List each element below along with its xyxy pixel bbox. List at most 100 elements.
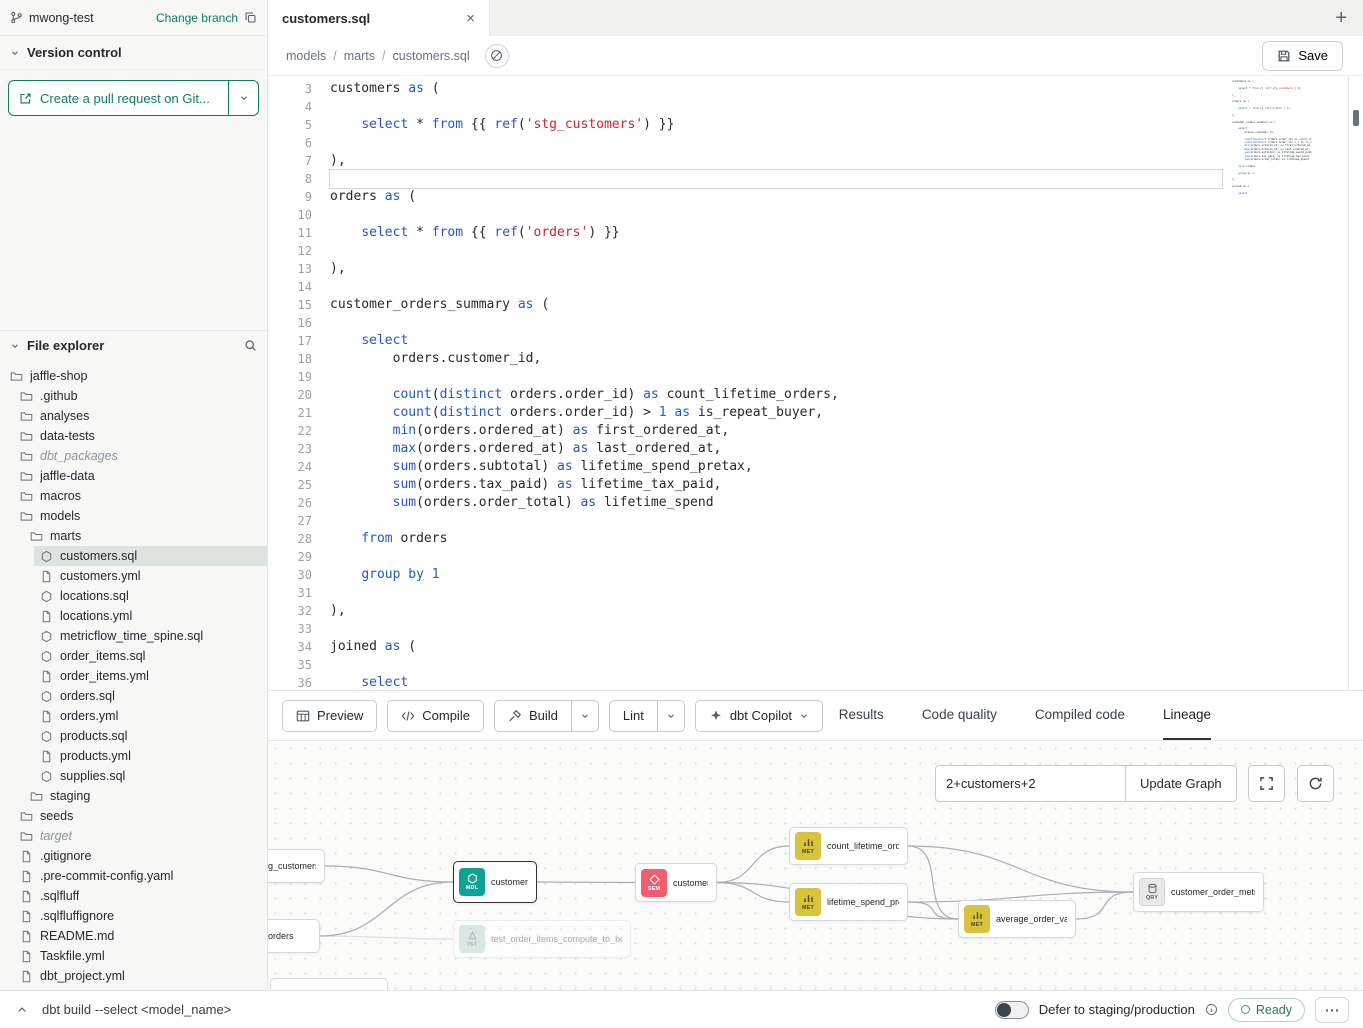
lint-dropdown[interactable] bbox=[657, 700, 685, 732]
tab-compiled-code[interactable]: Compiled code bbox=[1035, 691, 1125, 740]
copy-icon[interactable] bbox=[244, 11, 257, 24]
code-line[interactable]: 32), bbox=[268, 602, 1363, 620]
code-line[interactable]: 36 select bbox=[268, 674, 1363, 690]
lineage-node-test_order_items[interactable]: TSTtest_order_items_compute_to_bools... bbox=[453, 920, 631, 958]
code-line[interactable]: 10 bbox=[268, 206, 1363, 224]
lineage-search-input[interactable] bbox=[935, 765, 1125, 802]
code-line[interactable]: 12 bbox=[268, 242, 1363, 260]
code-line[interactable]: 18 orders.customer_id, bbox=[268, 350, 1363, 368]
file-item-data-tests[interactable]: data-tests bbox=[0, 426, 267, 446]
code-line[interactable]: 24 sum(orders.subtotal) as lifetime_spen… bbox=[268, 458, 1363, 476]
file-item-jaffle-data[interactable]: jaffle-data bbox=[0, 466, 267, 486]
file-item-models[interactable]: models bbox=[0, 506, 267, 526]
code-line[interactable]: 9orders as ( bbox=[268, 188, 1363, 206]
code-line[interactable]: 3customers as ( bbox=[268, 80, 1363, 98]
code-line[interactable]: 30 group by 1 bbox=[268, 566, 1363, 584]
code-line[interactable]: 20 count(distinct orders.order_id) as co… bbox=[268, 386, 1363, 404]
code-line[interactable]: 29 bbox=[268, 548, 1363, 566]
file-item-.sqlfluff[interactable]: .sqlfluff bbox=[0, 886, 267, 906]
defer-toggle[interactable] bbox=[995, 1001, 1029, 1019]
refresh-button[interactable] bbox=[1297, 765, 1334, 802]
code-line[interactable]: 35 bbox=[268, 656, 1363, 674]
file-item-jaffle-shop[interactable]: jaffle-shop bbox=[0, 366, 267, 386]
code-line[interactable]: 33 bbox=[268, 620, 1363, 638]
code-line[interactable]: 19 bbox=[268, 368, 1363, 386]
code-line[interactable]: 28 from orders bbox=[268, 530, 1363, 548]
breadcrumb-item[interactable]: customers.sql bbox=[393, 49, 470, 63]
editor-scrollbar[interactable] bbox=[1348, 76, 1363, 690]
lineage-panel[interactable]: MDLstg_customersMDLordersMDLcustomersTST… bbox=[268, 740, 1363, 990]
file-item-metricflow_time_spine.sql[interactable]: metricflow_time_spine.sql bbox=[0, 626, 267, 646]
change-branch-link[interactable]: Change branch bbox=[156, 11, 238, 25]
code-line[interactable]: 17 select bbox=[268, 332, 1363, 350]
file-item-dbt_project.yml[interactable]: dbt_project.yml bbox=[0, 966, 267, 986]
file-item-.pre-commit-config.yaml[interactable]: .pre-commit-config.yaml bbox=[0, 866, 267, 886]
file-item-customers.sql[interactable]: customers.sql bbox=[0, 546, 267, 566]
preview-button[interactable]: Preview bbox=[282, 700, 377, 732]
minimap[interactable]: customers as ( select * from {{ ref('stg… bbox=[1232, 80, 1312, 195]
file-item-products.yml[interactable]: products.yml bbox=[0, 746, 267, 766]
lineage-node-count_lifetime_orders[interactable]: METcount_lifetime_orders bbox=[789, 827, 908, 865]
expand-console-button[interactable] bbox=[14, 1002, 30, 1018]
code-line[interactable]: 22 min(orders.ordered_at) as first_order… bbox=[268, 422, 1363, 440]
file-item-supplies.sql[interactable]: supplies.sql bbox=[0, 766, 267, 786]
more-options-button[interactable]: ⋯ bbox=[1315, 997, 1349, 1023]
file-item-README.md[interactable]: README.md bbox=[0, 926, 267, 946]
file-item-.github[interactable]: .github bbox=[0, 386, 267, 406]
code-line[interactable]: 11 select * from {{ ref('orders') }} bbox=[268, 224, 1363, 242]
file-item-analyses[interactable]: analyses bbox=[0, 406, 267, 426]
code-line[interactable]: 27 bbox=[268, 512, 1363, 530]
scrollbar-thumb[interactable] bbox=[1353, 110, 1359, 126]
code-line[interactable]: 15customer_orders_summary as ( bbox=[268, 296, 1363, 314]
breadcrumb-item[interactable]: marts bbox=[344, 49, 375, 63]
file-item-dbt_packages[interactable]: dbt_packages bbox=[0, 446, 267, 466]
code-line[interactable]: 23 max(orders.ordered_at) as last_ordere… bbox=[268, 440, 1363, 458]
lineage-node-average_order_value[interactable]: METaverage_order_value bbox=[958, 900, 1076, 938]
close-icon[interactable]: × bbox=[466, 10, 475, 27]
version-control-header[interactable]: Version control bbox=[0, 36, 267, 70]
tab-results[interactable]: Results bbox=[839, 691, 884, 740]
update-graph-button[interactable]: Update Graph bbox=[1125, 765, 1237, 802]
search-icon[interactable] bbox=[244, 339, 257, 352]
partial-node[interactable] bbox=[270, 978, 388, 990]
lineage-node-customer_order_metrics[interactable]: QRYcustomer_order_metrics bbox=[1133, 872, 1264, 912]
code-line[interactable]: 25 sum(orders.tax_paid) as lifetime_tax_… bbox=[268, 476, 1363, 494]
code-line[interactable]: 7), bbox=[268, 152, 1363, 170]
build-dropdown[interactable] bbox=[571, 700, 599, 732]
code-line[interactable]: 6 bbox=[268, 134, 1363, 152]
save-button[interactable]: Save bbox=[1262, 41, 1343, 71]
compile-button[interactable]: Compile bbox=[387, 700, 484, 732]
file-item-.gitignore[interactable]: .gitignore bbox=[0, 846, 267, 866]
code-line[interactable]: 4 bbox=[268, 98, 1363, 116]
file-item-staging[interactable]: staging bbox=[0, 786, 267, 806]
code-line[interactable]: 8 bbox=[268, 170, 1363, 188]
lineage-node-lifetime_spend_pretax[interactable]: METlifetime_spend_pretax bbox=[789, 883, 908, 921]
tab-customers-sql[interactable]: customers.sql × bbox=[268, 0, 490, 36]
file-explorer-header[interactable]: File explorer bbox=[0, 330, 267, 360]
code-line[interactable]: 34joined as ( bbox=[268, 638, 1363, 656]
file-item-products.sql[interactable]: products.sql bbox=[0, 726, 267, 746]
code-line[interactable]: 21 count(distinct orders.order_id) > 1 a… bbox=[268, 404, 1363, 422]
file-item-marts[interactable]: marts bbox=[0, 526, 267, 546]
file-item-macros[interactable]: macros bbox=[0, 486, 267, 506]
code-editor[interactable]: 3customers as (45 select * from {{ ref('… bbox=[268, 76, 1363, 690]
create-pr-dropdown[interactable] bbox=[228, 81, 258, 115]
file-item-locations.sql[interactable]: locations.sql bbox=[0, 586, 267, 606]
lineage-node-stg_customers[interactable]: MDLstg_customers bbox=[268, 849, 325, 883]
build-button[interactable]: Build bbox=[494, 700, 571, 732]
lint-button[interactable]: Lint bbox=[609, 700, 657, 732]
file-item-customers.yml[interactable]: customers.yml bbox=[0, 566, 267, 586]
file-item-orders.yml[interactable]: orders.yml bbox=[0, 706, 267, 726]
file-item-order_items.yml[interactable]: order_items.yml bbox=[0, 666, 267, 686]
fullscreen-button[interactable] bbox=[1248, 765, 1285, 802]
file-item-target[interactable]: target bbox=[0, 826, 267, 846]
file-item-Taskfile.yml[interactable]: Taskfile.yml bbox=[0, 946, 267, 966]
file-item-orders.sql[interactable]: orders.sql bbox=[0, 686, 267, 706]
circle-slash-icon[interactable] bbox=[485, 44, 509, 68]
status-badge[interactable]: Ready bbox=[1228, 998, 1305, 1022]
code-line[interactable]: 14 bbox=[268, 278, 1363, 296]
new-tab-button[interactable]: + bbox=[1319, 0, 1363, 36]
code-line[interactable]: 16 bbox=[268, 314, 1363, 332]
file-item-locations.yml[interactable]: locations.yml bbox=[0, 606, 267, 626]
lineage-node-customers_model[interactable]: MDLcustomers bbox=[453, 861, 537, 903]
